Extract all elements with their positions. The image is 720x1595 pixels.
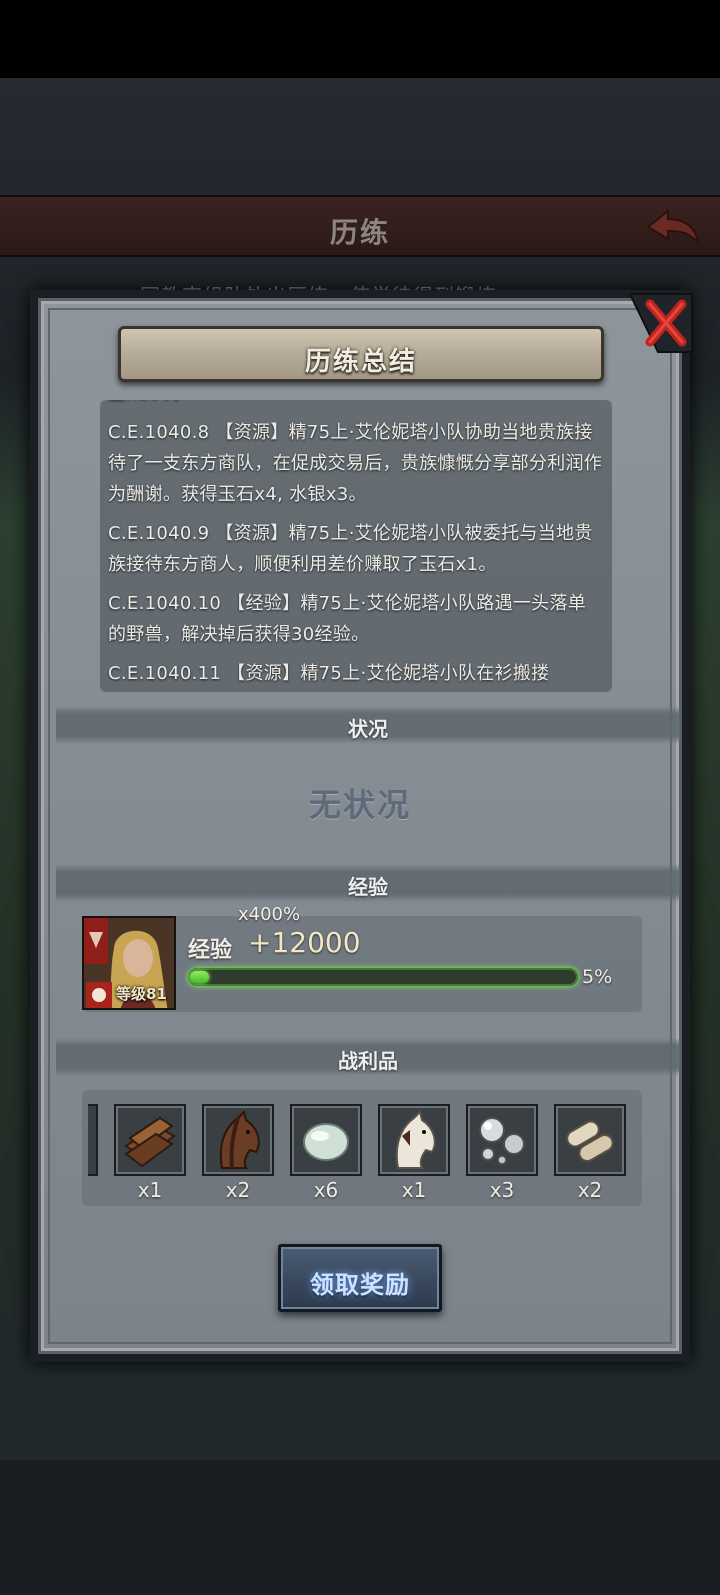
jade-stone-icon	[303, 1123, 349, 1161]
exp-progress-fill	[190, 971, 210, 983]
claim-reward-button[interactable]: 领取奖励	[278, 1244, 442, 1312]
exp-section-label: 经验	[348, 875, 388, 899]
exp-multiplier: x400%	[238, 904, 301, 925]
exp-amount: +12000	[248, 926, 361, 959]
loot-icon-frame	[290, 1104, 362, 1176]
status-section-header: 状况	[56, 706, 680, 744]
exp-progress-percent: 5%	[582, 966, 613, 988]
loot-section-label: 战利品	[338, 1049, 398, 1073]
loot-section-header: 战利品	[56, 1038, 680, 1076]
loot-icon-frame	[202, 1104, 274, 1176]
log-entry: C.E.1040.8 【资源】精75上·艾伦妮塔小队协助当地贵族接待了一支东方商…	[108, 422, 603, 505]
loot-icon-frame	[554, 1104, 626, 1176]
loot-item[interactable]: x6	[290, 1104, 362, 1202]
status-section-label: 状况	[348, 717, 388, 741]
scroll-icon	[566, 1120, 614, 1162]
back-arrow-icon[interactable]	[644, 205, 702, 249]
brown-horse-icon	[219, 1110, 260, 1169]
wood-planks-icon	[124, 1116, 176, 1168]
character-level: 等级81	[116, 985, 167, 1003]
loot-count: x6	[313, 1178, 339, 1202]
exp-label: 经验	[188, 938, 233, 963]
log-entry: C.E.1040.9 【资源】精75上·艾伦妮塔小队被委托与当地贵族接待东方商人…	[108, 523, 593, 575]
loot-count: x3	[489, 1178, 515, 1202]
loot-count: x2	[577, 1178, 603, 1202]
claim-reward-label: 领取奖励	[310, 1271, 410, 1299]
event-log-list: 望x100。 C.E.1040.8 【资源】精75上·艾伦妮塔小队协助当地贵族接…	[108, 400, 604, 692]
exp-section-header: 经验	[56, 864, 680, 902]
status-value: 无状况	[308, 786, 411, 824]
loot-count: x1	[137, 1178, 163, 1202]
log-entry: C.E.1040.10 【经验】精75上·艾伦妮塔小队路遇一头落单的野兽，解决掉…	[108, 593, 587, 645]
loot-icon-frame	[378, 1104, 450, 1176]
loot-count: x1	[401, 1178, 427, 1202]
dialog-title-banner: 历练总结	[118, 326, 604, 382]
loot-count: x2	[225, 1178, 251, 1202]
summary-dialog: 历练总结 望x100。 C.E.1040.8 【资源】精75上·艾伦妮塔小队协助…	[30, 290, 693, 1362]
close-icon[interactable]	[624, 290, 696, 356]
character-portrait[interactable]: 等级81	[82, 916, 176, 1010]
dialog-title: 历练总结	[304, 347, 417, 377]
loot-icon-frame	[466, 1104, 538, 1176]
white-horse-icon	[395, 1110, 436, 1169]
log-entry: C.E.1040.11 【资源】精75上·艾伦妮塔小队在衫搬搂	[108, 663, 550, 684]
loot-item-partial	[88, 1104, 98, 1176]
loot-item[interactable]: x3	[466, 1104, 538, 1202]
loot-item[interactable]: x1	[378, 1104, 450, 1202]
loot-item[interactable]: x1	[114, 1104, 186, 1202]
loot-item[interactable]: x2	[202, 1104, 274, 1202]
loot-list[interactable]: x1 x2 x6 x1 x3 x2	[82, 1090, 642, 1206]
exp-row: 等级81 x400% 经验 +12000 5%	[82, 904, 642, 1012]
loot-item[interactable]: x2	[554, 1104, 626, 1202]
bottom-area	[0, 1460, 720, 1595]
header-bar: 历练	[0, 195, 720, 257]
event-log[interactable]: 望x100。 C.E.1040.8 【资源】精75上·艾伦妮塔小队协助当地贵族接…	[100, 400, 612, 692]
log-entry: 望x100。	[108, 400, 604, 409]
mercury-icon	[479, 1117, 525, 1165]
exp-progress-bar	[188, 968, 578, 986]
page-title: 历练	[329, 216, 390, 249]
loot-icon-frame	[114, 1104, 186, 1176]
status-bar-area	[0, 0, 720, 78]
